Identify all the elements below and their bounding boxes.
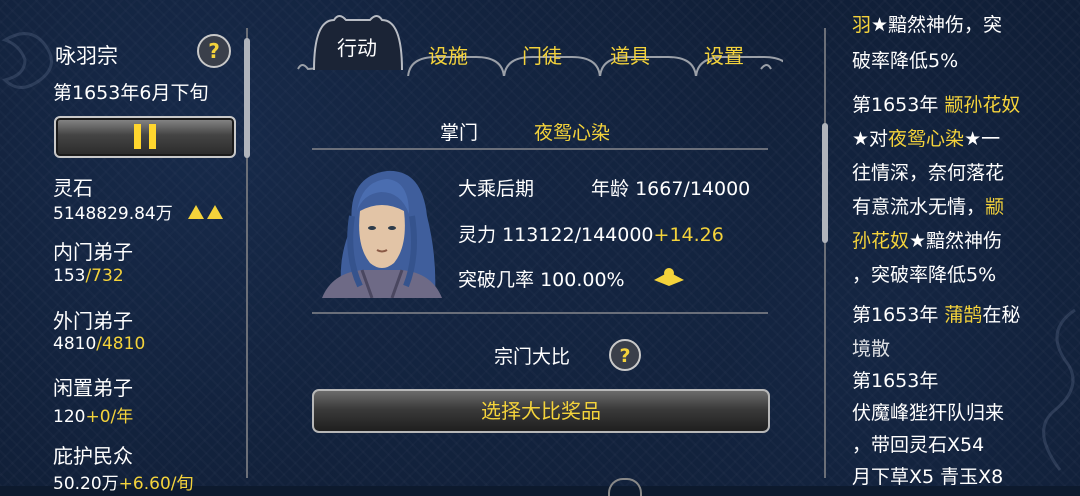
- log-line: 境散: [852, 338, 891, 360]
- cloud-decoration-right: [1042, 308, 1076, 471]
- tab-facilities[interactable]: 设施: [408, 42, 488, 72]
- breakthrough-elixir-icon: [654, 268, 684, 286]
- log-line: 羽★黯然神伤，突: [852, 14, 1003, 36]
- pause-icon-bar-right: [149, 124, 156, 149]
- resource-value-idle-disciples: 120+0/年: [53, 407, 134, 427]
- master-power: 灵力 113122/144000+14.26: [458, 224, 724, 246]
- resource-value-outer-disciples: 4810/4810: [53, 334, 146, 354]
- resource-value-spirit-stone: 5148829.84万: [53, 199, 224, 224]
- tab-action[interactable]: 行动: [316, 34, 398, 64]
- resource-label-protected-people: 庇护民众: [53, 444, 133, 468]
- log-line: 月下草X5 青玉X8: [852, 466, 1004, 488]
- tab-settings[interactable]: 设置: [684, 42, 764, 72]
- resource-label-outer-disciples: 外门弟子: [53, 309, 133, 333]
- master-title-label: 掌门: [440, 122, 479, 144]
- game-date: 第1653年6月下旬: [53, 82, 209, 104]
- log-line: 第1653年 颛孙花奴: [852, 94, 1021, 116]
- master-age: 年龄 1667/14000: [591, 178, 751, 200]
- svg-text:?: ?: [208, 39, 220, 63]
- log-line: 往情深，奈何落花: [852, 162, 1005, 184]
- log-line: ★对夜鸳心染★一: [852, 128, 1001, 150]
- log-line: 孙花奴★黯然神伤: [852, 230, 1003, 252]
- master-portrait[interactable]: [322, 166, 442, 298]
- left-scrollbar[interactable]: [244, 28, 250, 478]
- master-breakthrough: 突破几率 100.00%: [458, 269, 625, 291]
- resource-value-inner-disciples: 153/732: [53, 266, 124, 286]
- log-line: 破率降低5%: [852, 50, 959, 72]
- tab-disciples[interactable]: 门徒: [502, 42, 582, 72]
- pause-button[interactable]: [54, 116, 236, 158]
- cloud-decoration-left: [1, 32, 53, 89]
- help-icon[interactable]: ?: [608, 338, 642, 372]
- resource-value-protected-people: 50.20万+6.60/旬: [53, 474, 194, 494]
- sect-contest-title: 宗门大比: [494, 346, 571, 368]
- sect-name: 咏羽宗: [55, 44, 118, 68]
- log-line: 第1653年: [852, 370, 939, 392]
- trend-up-icon: [207, 205, 224, 219]
- resource-label-inner-disciples: 内门弟子: [53, 240, 133, 264]
- divider: [312, 312, 768, 314]
- trend-up-icon: [188, 205, 205, 219]
- log-line: ，带回灵石X54: [852, 434, 985, 456]
- select-contest-reward-button[interactable]: 选择大比奖品: [312, 389, 770, 433]
- master-realm: 大乘后期: [458, 178, 535, 200]
- tab-items[interactable]: 道具: [590, 42, 670, 72]
- pause-icon-bar-left: [134, 124, 141, 149]
- resource-label-idle-disciples: 闲置弟子: [53, 376, 133, 400]
- log-line: 有意流水无情，颛: [852, 196, 1005, 218]
- resource-label-spirit-stone: 灵石: [53, 176, 93, 200]
- log-line: 第1653年 蒲鹄在秘: [852, 304, 1021, 326]
- divider: [312, 148, 768, 150]
- log-line: 伏魔峰狴犴队归来: [852, 402, 1005, 424]
- log-line: ，突破率降低5%: [852, 264, 997, 286]
- help-icon[interactable]: ?: [196, 33, 232, 69]
- svg-text:?: ?: [619, 345, 630, 367]
- right-scrollbar[interactable]: [822, 28, 828, 478]
- master-name[interactable]: 夜鸳心染: [534, 118, 610, 145]
